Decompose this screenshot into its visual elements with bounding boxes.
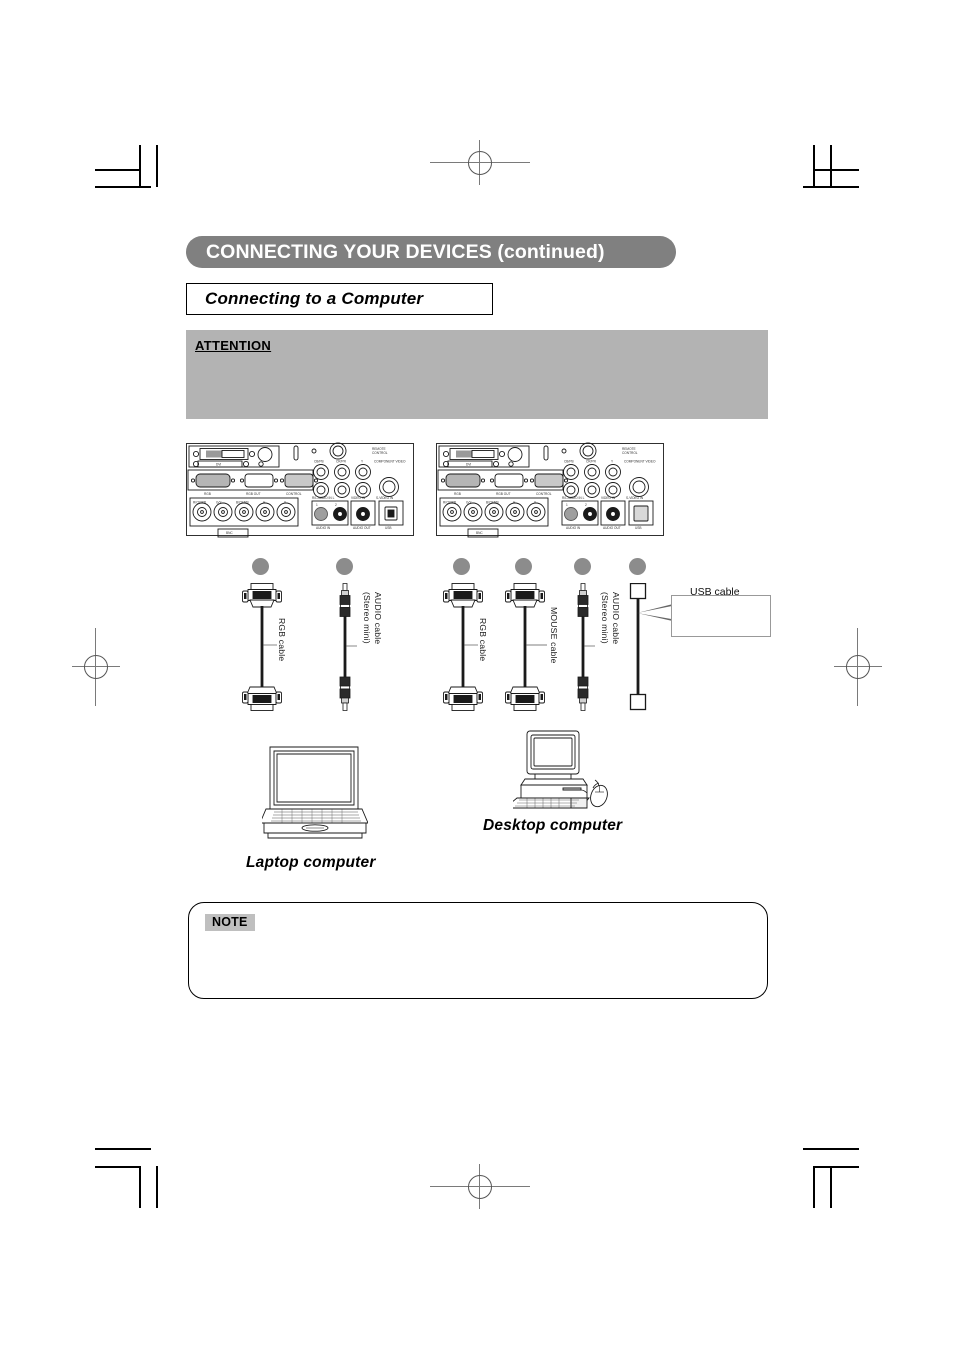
note-block: NOTE (188, 902, 768, 999)
svg-text:VIDEO IN: VIDEO IN (351, 496, 366, 500)
desktop-computer-illustration (513, 730, 613, 810)
svg-text:S-VIDEO IN: S-VIDEO IN (626, 496, 644, 500)
svg-text:COMPONENT VIDEO: COMPONENT VIDEO (374, 460, 406, 464)
svg-text:R/L AUDIO IN L: R/L AUDIO IN L (562, 496, 585, 500)
svg-text:1: 1 (566, 503, 568, 507)
svg-text:AUDIO OUT: AUDIO OUT (603, 526, 621, 530)
cable-label-audio-laptop-line2: (Stereo mini) (362, 592, 372, 644)
cable-label-audio-laptop-line1: AUDIO cable (373, 592, 383, 645)
svg-text:AUDIO IN: AUDIO IN (566, 526, 581, 530)
svg-text:CR/PR: CR/PR (586, 460, 597, 464)
svg-text:CONTROL: CONTROL (286, 492, 302, 496)
manual-page: CONNECTING YOUR DEVICES (continued) Conn… (0, 0, 954, 1351)
desktop-computer-caption: Desktop computer (483, 817, 623, 834)
svg-text:BNC: BNC (226, 531, 233, 535)
page-title-bar: CONNECTING YOUR DEVICES (continued) (186, 236, 676, 268)
note-label: NOTE (205, 914, 255, 931)
cable-label-audio-desktop: AUDIO cable (Stereo mini) (599, 592, 621, 644)
connector-dot-audio-desktop (574, 558, 591, 575)
cable-label-audio-desktop-line2: (Stereo mini) (600, 592, 610, 644)
connector-dot-mouse (515, 558, 532, 575)
page-title: CONNECTING YOUR DEVICES (continued) (206, 240, 605, 263)
svg-text:R/CR/PR: R/CR/PR (193, 501, 207, 505)
cable-label-audio-desktop-line1: AUDIO cable (611, 592, 621, 645)
svg-text:R/L AUDIO IN L: R/L AUDIO IN L (312, 496, 335, 500)
cable-label-rgb-desktop: RGB cable (478, 618, 488, 662)
projector-terminal-panel-right: DVI RGB RGB OUT CONTROL R/CR/PR G/Y B/CB… (436, 437, 664, 542)
section-title: Connecting to a Computer (205, 289, 424, 308)
svg-text:RGB OUT: RGB OUT (496, 492, 511, 496)
svg-text:G/Y: G/Y (216, 501, 222, 505)
projector-terminal-panel-left: DVI RGB RGB OUT CONTROL R/CR/PR G/Y B/CB… (186, 437, 414, 542)
cable-label-mouse: MOUSE cable (549, 607, 559, 664)
svg-text:CONTROL: CONTROL (622, 451, 638, 455)
svg-text:CB/PB: CB/PB (314, 460, 324, 464)
usb-callout-label: USB cable (690, 586, 740, 598)
usb-callout-box (671, 595, 771, 637)
connector-dot-usb (629, 558, 646, 575)
laptop-computer-caption: Laptop computer (246, 854, 376, 871)
cable-label-rgb-laptop: RGB cable (277, 618, 287, 662)
svg-text:BNC: BNC (476, 531, 483, 535)
connector-dot-audio-laptop (336, 558, 353, 575)
svg-text:CR/PR: CR/PR (336, 460, 347, 464)
svg-text:R/CR/PR: R/CR/PR (443, 501, 457, 505)
cable-audio-desktop (571, 583, 595, 711)
attention-block: ATTENTION (186, 330, 768, 419)
svg-text:RGB: RGB (454, 492, 461, 496)
svg-text:USB: USB (385, 526, 392, 530)
laptop-computer-illustration (262, 745, 368, 843)
registration-target-top (430, 140, 530, 185)
svg-text:COMPONENT VIDEO: COMPONENT VIDEO (624, 460, 656, 464)
svg-text:G/Y: G/Y (466, 501, 472, 505)
svg-text:B/CB/PB: B/CB/PB (486, 501, 499, 505)
svg-text:2: 2 (335, 503, 337, 507)
connector-dot-rgb-laptop (252, 558, 269, 575)
svg-text:B/CB/PB: B/CB/PB (236, 501, 249, 505)
svg-text:VIDEO IN: VIDEO IN (601, 496, 616, 500)
svg-text:CONTROL: CONTROL (536, 492, 552, 496)
svg-text:DVI: DVI (466, 463, 471, 467)
svg-text:RGB OUT: RGB OUT (246, 492, 261, 496)
cable-label-audio-laptop: AUDIO cable (Stereo mini) (361, 592, 383, 644)
svg-text:2: 2 (585, 503, 587, 507)
svg-text:1: 1 (316, 503, 318, 507)
registration-target-right (834, 628, 882, 706)
attention-label: ATTENTION (195, 338, 272, 353)
svg-text:AUDIO OUT: AUDIO OUT (353, 526, 371, 530)
svg-text:CB/PB: CB/PB (564, 460, 574, 464)
svg-text:S-VIDEO IN: S-VIDEO IN (376, 496, 394, 500)
connector-dot-rgb-desktop (453, 558, 470, 575)
svg-text:DVI: DVI (216, 463, 221, 467)
cable-audio-laptop (333, 583, 357, 711)
svg-text:RGB: RGB (204, 492, 211, 496)
registration-target-bottom (430, 1164, 530, 1209)
svg-text:AUDIO IN: AUDIO IN (316, 526, 331, 530)
section-heading-box: Connecting to a Computer (186, 283, 493, 315)
svg-text:CONTROL: CONTROL (372, 451, 388, 455)
registration-target-left (72, 628, 120, 706)
cable-mouse (503, 583, 547, 711)
svg-text:USB: USB (635, 526, 642, 530)
